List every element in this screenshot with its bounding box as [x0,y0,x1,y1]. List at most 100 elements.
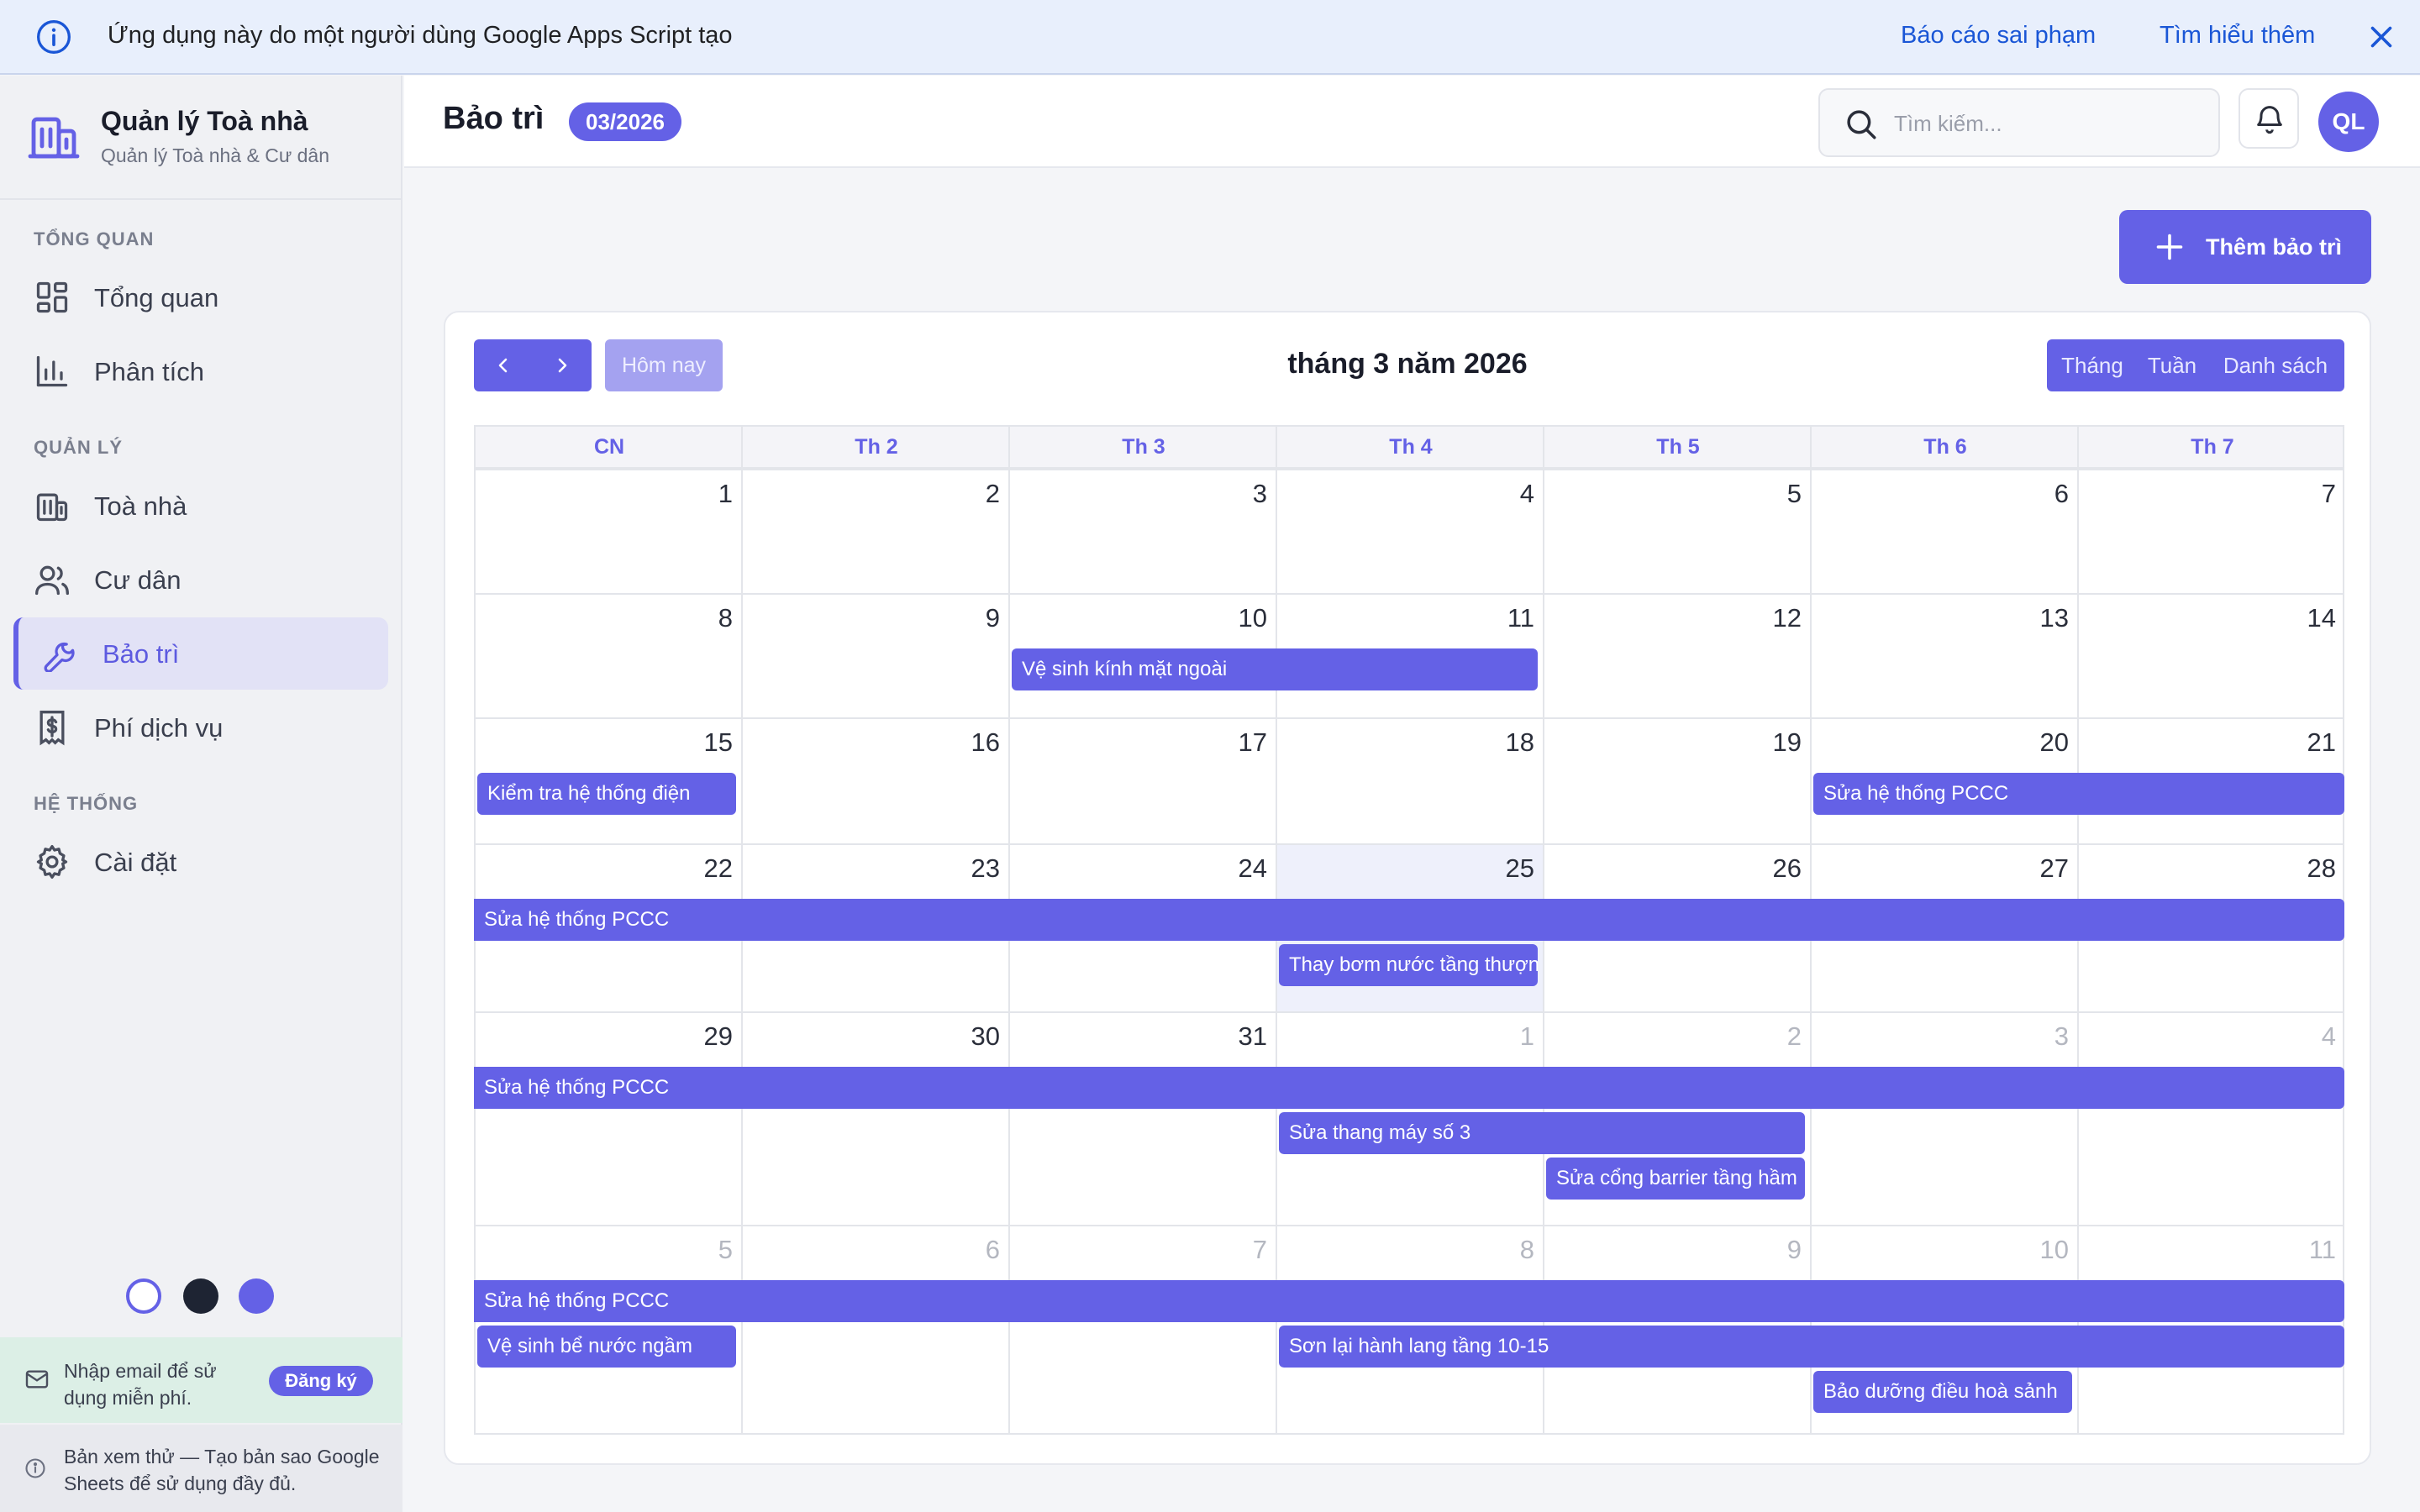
sidebar-item-buildings[interactable]: Toà nhà [13,470,388,542]
day-number[interactable]: 6 [933,1235,1000,1265]
users-icon [35,565,69,596]
event-bar[interactable]: Sửa thang máy số 3 [1279,1112,1805,1154]
period-badge: 03/2026 [569,102,681,141]
day-number[interactable]: 16 [933,727,1000,758]
day-number[interactable]: 30 [933,1021,1000,1052]
day-number[interactable]: 7 [1200,1235,1267,1265]
day-number[interactable]: 19 [1734,727,1802,758]
month-grid: CN Th 2 Th 3 Th 4 Th 5 Th 6 Th 7 1234567… [474,425,2344,1435]
add-maintenance-button[interactable]: Thêm bảo trì [2119,210,2371,284]
event-bar[interactable]: Sửa cổng barrier tầng hầm [1546,1158,1805,1200]
day-number[interactable]: 1 [666,479,733,509]
day-number[interactable]: 10 [2002,1235,2069,1265]
bell-icon [2257,106,2282,134]
day-number[interactable]: 9 [1734,1235,1802,1265]
day-number[interactable]: 8 [666,603,733,633]
day-number[interactable]: 21 [2269,727,2336,758]
grid-icon [36,281,68,313]
sidebar-item-settings[interactable]: Cài đặt [13,826,388,898]
search-box[interactable] [1818,88,2220,157]
day-number[interactable]: 3 [1200,479,1267,509]
signup-button[interactable]: Đăng ký [269,1366,373,1396]
weekday-label: Th 5 [1656,435,1700,459]
day-number[interactable]: 9 [933,603,1000,633]
view-switcher: Tháng Tuần Danh sách [2047,339,2344,391]
sidebar-item-maintenance[interactable]: Bảo trì [13,617,388,690]
day-number[interactable]: 1 [1467,1021,1534,1052]
building-icon [36,493,68,522]
theme-light-dot[interactable] [126,1278,161,1314]
day-number[interactable]: 17 [1200,727,1267,758]
view-month-button[interactable]: Tháng [2047,339,2138,391]
event-bar[interactable]: Vệ sinh bể nước ngầm [477,1326,736,1368]
grid-line [474,1011,2344,1013]
plus-icon [2156,234,2183,260]
day-number[interactable]: 20 [2002,727,2069,758]
weekday-label: CN [593,435,625,459]
bar-chart-icon [36,355,68,387]
learn-more-link[interactable]: Tìm hiểu thêm [2160,22,2315,50]
weekday-label: Th 3 [1122,435,1165,459]
day-number[interactable]: 12 [1734,603,1802,633]
day-number[interactable]: 11 [1467,603,1534,633]
view-week-button[interactable]: Tuần [2138,339,2207,391]
day-number[interactable]: 4 [2269,1021,2336,1052]
day-number[interactable]: 31 [1200,1021,1267,1052]
theme-dark-dot[interactable] [183,1278,218,1314]
notification-button[interactable] [2238,88,2299,149]
brand-name: Quản lý Toà nhà [101,106,308,136]
info-icon [37,20,71,54]
day-number[interactable]: 28 [2269,853,2336,884]
day-number[interactable]: 4 [1467,479,1534,509]
day-number[interactable]: 7 [2269,479,2336,509]
section-label-overview: TỔNG QUAN [34,228,155,249]
event-bar[interactable]: Sơn lại hành lang tầng 10-15 [1279,1326,2344,1368]
event-bar[interactable]: Kiểm tra hệ thống điện [477,773,736,815]
day-number[interactable]: 25 [1467,853,1534,884]
sidebar-item-label: Phí dịch vụ [94,713,224,743]
sidebar-item-service-fees[interactable]: Phí dịch vụ [13,691,388,764]
day-number[interactable]: 22 [666,853,733,884]
weekday-header: CN Th 2 Th 3 Th 4 Th 5 Th 6 Th 7 [474,425,2344,469]
avatar[interactable]: QL [2318,92,2379,152]
theme-indigo-dot[interactable] [239,1278,274,1314]
day-number[interactable]: 27 [2002,853,2069,884]
event-bar[interactable]: Vệ sinh kính mặt ngoài [1012,648,1538,690]
day-number[interactable]: 5 [1734,479,1802,509]
day-number[interactable]: 23 [933,853,1000,884]
day-number[interactable]: 5 [666,1235,733,1265]
event-bar[interactable]: Thay bơm nước tầng thượng [1279,944,1538,986]
event-bar[interactable]: Sửa hệ thống PCCC [474,1280,2344,1322]
sidebar-item-label: Toà nhà [94,491,187,521]
grid-line [474,593,2344,595]
sidebar-item-analytics[interactable]: Phân tích [13,335,388,407]
weekday-label: Th 2 [855,435,898,459]
day-number[interactable]: 26 [1734,853,1802,884]
grid-line [474,717,2344,719]
day-number[interactable]: 24 [1200,853,1267,884]
event-bar[interactable]: Sửa hệ thống PCCC [474,1067,2344,1109]
day-number[interactable]: 2 [1734,1021,1802,1052]
sidebar-item-label: Cài đặt [94,848,177,877]
day-number[interactable]: 3 [2002,1021,2069,1052]
day-number[interactable]: 29 [666,1021,733,1052]
report-abuse-link[interactable]: Báo cáo sai phạm [1901,22,2096,50]
day-number[interactable]: 15 [666,727,733,758]
day-number[interactable]: 6 [2002,479,2069,509]
day-number[interactable]: 18 [1467,727,1534,758]
day-number[interactable]: 10 [1200,603,1267,633]
event-bar[interactable]: Bảo dưỡng điều hoà sảnh [1813,1371,2072,1413]
day-number[interactable]: 8 [1467,1235,1534,1265]
close-icon[interactable] [2366,22,2396,52]
view-list-button[interactable]: Danh sách [2207,339,2344,391]
event-bar[interactable]: Sửa hệ thống PCCC [474,899,2344,941]
sidebar-item-overview[interactable]: Tổng quan [13,261,388,333]
sidebar-item-label: Tổng quan [94,283,219,312]
day-number[interactable]: 11 [2269,1235,2336,1265]
day-number[interactable]: 2 [933,479,1000,509]
event-bar[interactable]: Sửa hệ thống PCCC [1813,773,2344,815]
search-input[interactable] [1894,105,2196,142]
day-number[interactable]: 14 [2269,603,2336,633]
day-number[interactable]: 13 [2002,603,2069,633]
sidebar-item-residents[interactable]: Cư dân [13,543,388,616]
